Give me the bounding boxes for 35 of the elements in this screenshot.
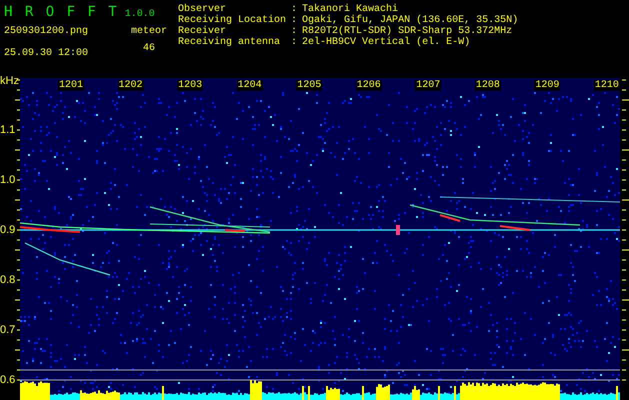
time-label: 1201: [58, 80, 84, 90]
time-label: 1207: [415, 80, 442, 90]
frequency-label: 0.7: [0, 324, 16, 336]
colon-separator: :: [291, 26, 298, 37]
info-label: Receiving antenna: [178, 37, 282, 48]
time-label: 1208: [474, 80, 501, 90]
date-time: 25.09.30 12:00: [4, 48, 90, 60]
count-label: meteor: [130, 26, 167, 38]
frequency-label: 0.6: [0, 374, 16, 386]
time-label: 1203: [177, 80, 204, 90]
colon-separator: :: [291, 4, 298, 15]
info-value: R820T2(RTL-SDR) SDR-Sharp 53.372MHz: [302, 26, 514, 37]
app-name: H R O F F T: [4, 4, 117, 20]
frequency-label: 1.1: [0, 124, 16, 136]
time-label: 1202: [118, 80, 144, 90]
meteor-count: 46: [142, 43, 155, 55]
frequency-label: 0.9: [0, 224, 16, 236]
time-label: 1210: [594, 80, 620, 90]
frequency-label: 1.0: [0, 174, 16, 186]
info-label: Receiver: [178, 26, 226, 37]
time-label: 1204: [236, 80, 263, 90]
time-label: 1209: [534, 80, 560, 90]
info-value: Takanori Kawachi: [302, 4, 400, 15]
info-value: 2el-HB9CV Vertical (el. E-W): [302, 37, 472, 48]
info-label: Receiving Location: [178, 15, 286, 26]
unit-label: kHz: [0, 75, 19, 87]
info-label: Observer: [178, 4, 226, 15]
time-label: 1206: [356, 80, 382, 90]
colon-separator: :: [291, 37, 298, 48]
file-name: 2509301200.png: [4, 26, 90, 38]
info-value: Ogaki, Gifu, JAPAN (136.60E, 35.35N): [302, 15, 518, 26]
frequency-label: 0.8: [0, 274, 16, 286]
colon-separator: :: [291, 15, 298, 26]
app-version: 1.0.0: [124, 9, 155, 20]
time-label: 1205: [296, 80, 322, 90]
